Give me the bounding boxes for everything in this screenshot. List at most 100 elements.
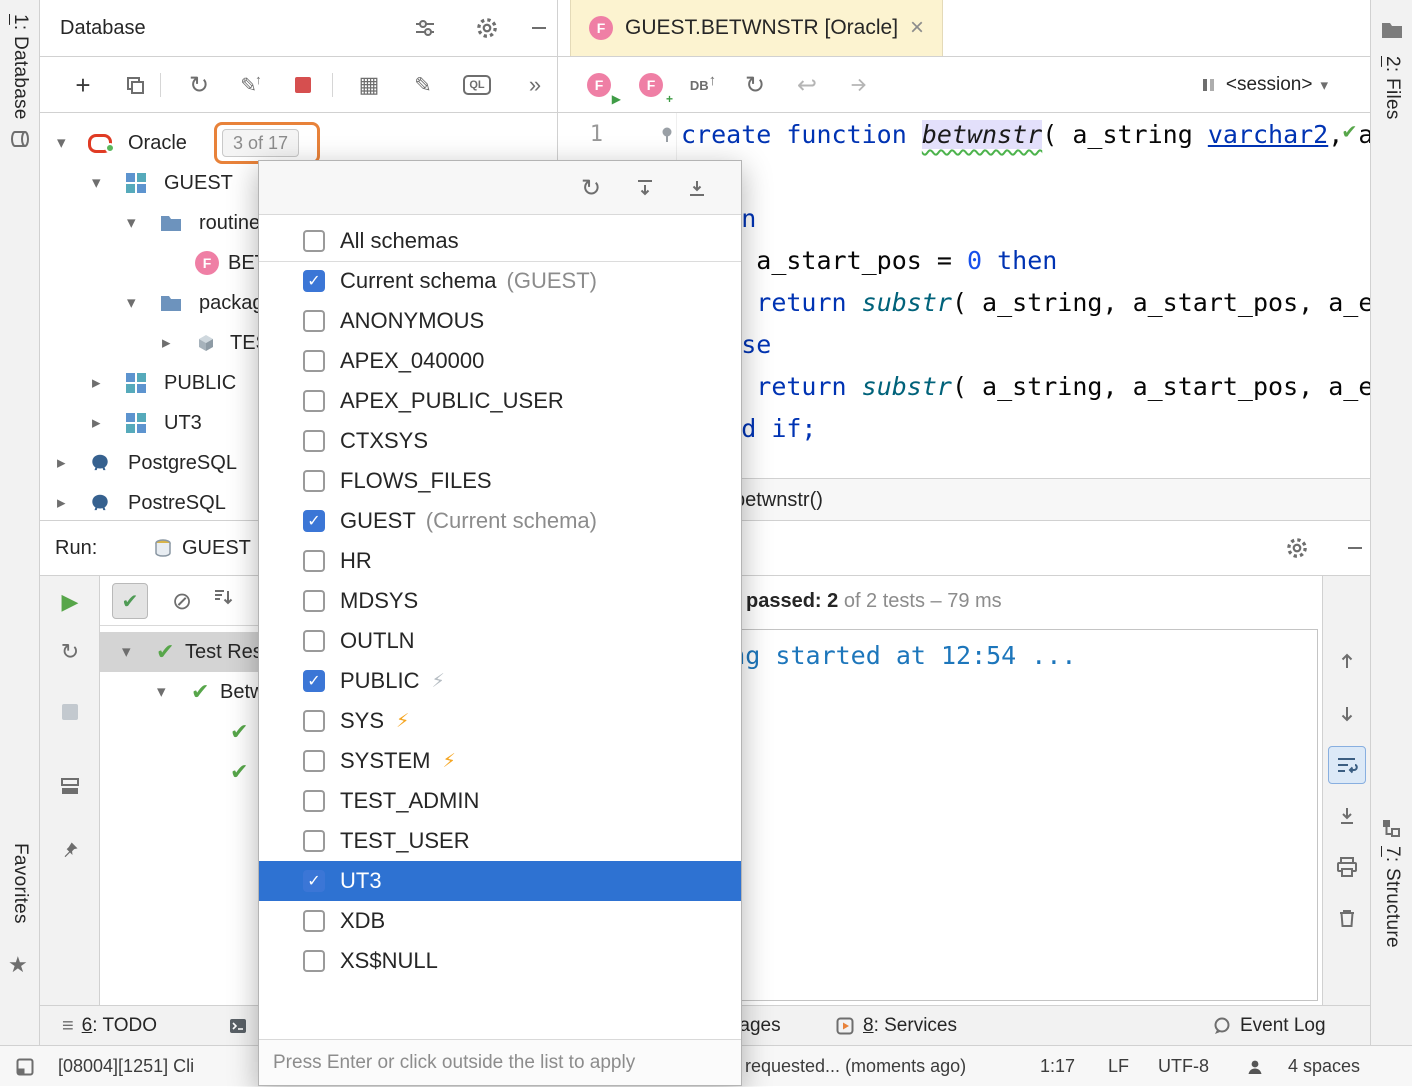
checkbox[interactable] — [303, 430, 325, 452]
data-table-icon[interactable]: ▦ — [352, 69, 386, 101]
close-icon[interactable]: × — [910, 16, 924, 40]
view-options-icon[interactable] — [408, 12, 442, 44]
status-message-right[interactable]: requested... (moments ago) — [745, 1046, 966, 1087]
chevron-down-icon[interactable] — [57, 123, 66, 163]
schema-option-xdb[interactable]: XDB — [259, 901, 741, 941]
schema-option-apex-040000[interactable]: APEX_040000 — [259, 341, 741, 381]
stop-icon[interactable] — [286, 69, 320, 101]
sort-icon[interactable] — [212, 586, 234, 608]
submit-to-database-icon[interactable]: DB↑ — [686, 69, 720, 101]
more-actions-icon[interactable]: » — [518, 69, 552, 101]
chevron-down-icon[interactable] — [122, 632, 131, 672]
checkbox-checked[interactable] — [303, 510, 325, 532]
scroll-up-icon[interactable] — [1328, 642, 1366, 680]
hector-inspector-icon[interactable] — [1246, 1046, 1264, 1087]
gear-icon[interactable] — [470, 12, 504, 44]
checkbox-checked[interactable] — [303, 670, 325, 692]
chevron-down-icon[interactable] — [92, 163, 101, 203]
tool-window-button-favorites[interactable]: Favorites — [9, 843, 31, 929]
checkbox[interactable] — [303, 350, 325, 372]
schema-option-anonymous[interactable]: ANONYMOUS — [259, 301, 741, 341]
checkbox[interactable] — [303, 550, 325, 572]
query-console-icon[interactable]: QL — [460, 69, 494, 101]
undo-icon[interactable]: ↩ — [790, 69, 824, 101]
pin-icon[interactable] — [40, 832, 100, 868]
checkbox[interactable] — [303, 830, 325, 852]
soft-wrap-icon[interactable] — [1328, 746, 1366, 784]
checkbox[interactable] — [303, 630, 325, 652]
chevron-right-icon[interactable] — [162, 323, 171, 363]
edit-source-icon[interactable]: ✎ — [406, 69, 440, 101]
tool-window-button-structure[interactable]: 7: Structure — [1381, 846, 1412, 953]
tool-window-button-event-log[interactable]: Event Log — [1212, 1006, 1326, 1046]
collapse-all-icon[interactable] — [683, 174, 711, 202]
schema-option-mdsys[interactable]: MDSYS — [259, 581, 741, 621]
schema-option-apex-public-user[interactable]: APEX_PUBLIC_USER — [259, 381, 741, 421]
checkbox[interactable] — [303, 710, 325, 732]
schema-option-xs-null[interactable]: XS$NULL — [259, 941, 741, 981]
schema-option-all-schemas[interactable]: All schemas — [259, 221, 741, 261]
schema-option-guest[interactable]: GUEST (Current schema) — [259, 501, 741, 541]
checkbox-checked[interactable] — [303, 270, 325, 292]
session-selector[interactable]: <session> ▾ — [1200, 57, 1328, 113]
rerun-icon[interactable]: ▶ — [40, 584, 100, 620]
status-message-left[interactable]: [08004][1251] Cli — [58, 1046, 194, 1087]
hide-ignored-icon[interactable]: ⊘ — [164, 583, 200, 619]
chevron-right-icon[interactable] — [57, 443, 66, 483]
gear-icon[interactable] — [1280, 532, 1314, 564]
checkbox[interactable] — [303, 790, 325, 812]
checkbox[interactable] — [303, 470, 325, 492]
encoding[interactable]: UTF-8 — [1158, 1046, 1209, 1087]
refresh-schemas-icon[interactable]: ↻ — [577, 174, 605, 202]
checkbox-checked[interactable] — [303, 870, 325, 892]
inspection-ok-icon[interactable]: ✔ — [1343, 119, 1356, 144]
checkbox[interactable] — [303, 910, 325, 932]
tree-row-oracle[interactable]: Oracle 3 of 17 — [40, 123, 557, 163]
scroll-to-end-icon[interactable] — [1328, 797, 1366, 835]
schema-option-sys[interactable]: SYS — [259, 701, 741, 741]
refresh-icon[interactable]: ↻ — [182, 69, 216, 101]
print-icon[interactable] — [1328, 848, 1366, 886]
schema-option-test-admin[interactable]: TEST_ADMIN — [259, 781, 741, 821]
run-tab-betwnstr[interactable]: betwnstr() — [734, 479, 823, 521]
submit-changes-icon[interactable]: ✎↑ — [234, 69, 268, 101]
schema-option-flows-files[interactable]: FLOWS_FILES — [259, 461, 741, 501]
schema-option-ut3[interactable]: UT3 — [259, 861, 741, 901]
duplicate-icon[interactable] — [118, 69, 152, 101]
tool-window-button-files[interactable]: 2: Files — [1381, 56, 1412, 125]
scroll-down-icon[interactable] — [1328, 695, 1366, 733]
schema-option-current-schema[interactable]: Current schema (GUEST) — [259, 261, 741, 301]
add-icon[interactable]: + — [66, 69, 100, 101]
chevron-down-icon[interactable] — [157, 672, 166, 712]
schema-option-test-user[interactable]: TEST_USER — [259, 821, 741, 861]
chevron-right-icon[interactable] — [92, 403, 101, 443]
chevron-down-icon[interactable] — [127, 203, 136, 243]
show-passed-toggle[interactable]: ✔ — [112, 583, 148, 619]
checkbox[interactable] — [303, 310, 325, 332]
checkbox[interactable] — [303, 590, 325, 612]
checkbox[interactable] — [303, 950, 325, 972]
chevron-down-icon[interactable] — [127, 283, 136, 323]
schema-option-outln[interactable]: OUTLN — [259, 621, 741, 661]
tool-window-button-terminal[interactable] — [228, 1006, 248, 1046]
checkbox[interactable] — [303, 390, 325, 412]
hide-panel-icon[interactable] — [522, 12, 556, 44]
trash-icon[interactable] — [1328, 899, 1366, 937]
chevron-right-icon[interactable] — [57, 483, 66, 523]
schema-option-ctxsys[interactable]: CTXSYS — [259, 421, 741, 461]
schema-option-hr[interactable]: HR — [259, 541, 741, 581]
tool-window-button-todo[interactable]: ≡ 6: TODO — [62, 1006, 157, 1046]
indent-setting[interactable]: 4 spaces — [1288, 1046, 1360, 1087]
schema-option-public[interactable]: PUBLIC — [259, 661, 741, 701]
gutter-marker-icon[interactable] — [660, 126, 674, 143]
rerun-failed-icon[interactable]: ↻ — [40, 634, 100, 670]
expand-all-icon[interactable] — [631, 174, 659, 202]
checkbox[interactable] — [303, 230, 325, 252]
navigate-icon[interactable] — [842, 69, 876, 101]
refresh-icon[interactable]: ↻ — [738, 69, 772, 101]
schema-option-system[interactable]: SYSTEM — [259, 741, 741, 781]
tool-window-button-services[interactable]: 8: Services — [835, 1006, 957, 1046]
stop-icon[interactable] — [40, 694, 100, 730]
tool-window-switcher-icon[interactable] — [16, 1046, 34, 1087]
editor-tab-guest-betwnstr[interactable]: F GUEST.BETWNSTR [Oracle] × — [570, 0, 943, 56]
